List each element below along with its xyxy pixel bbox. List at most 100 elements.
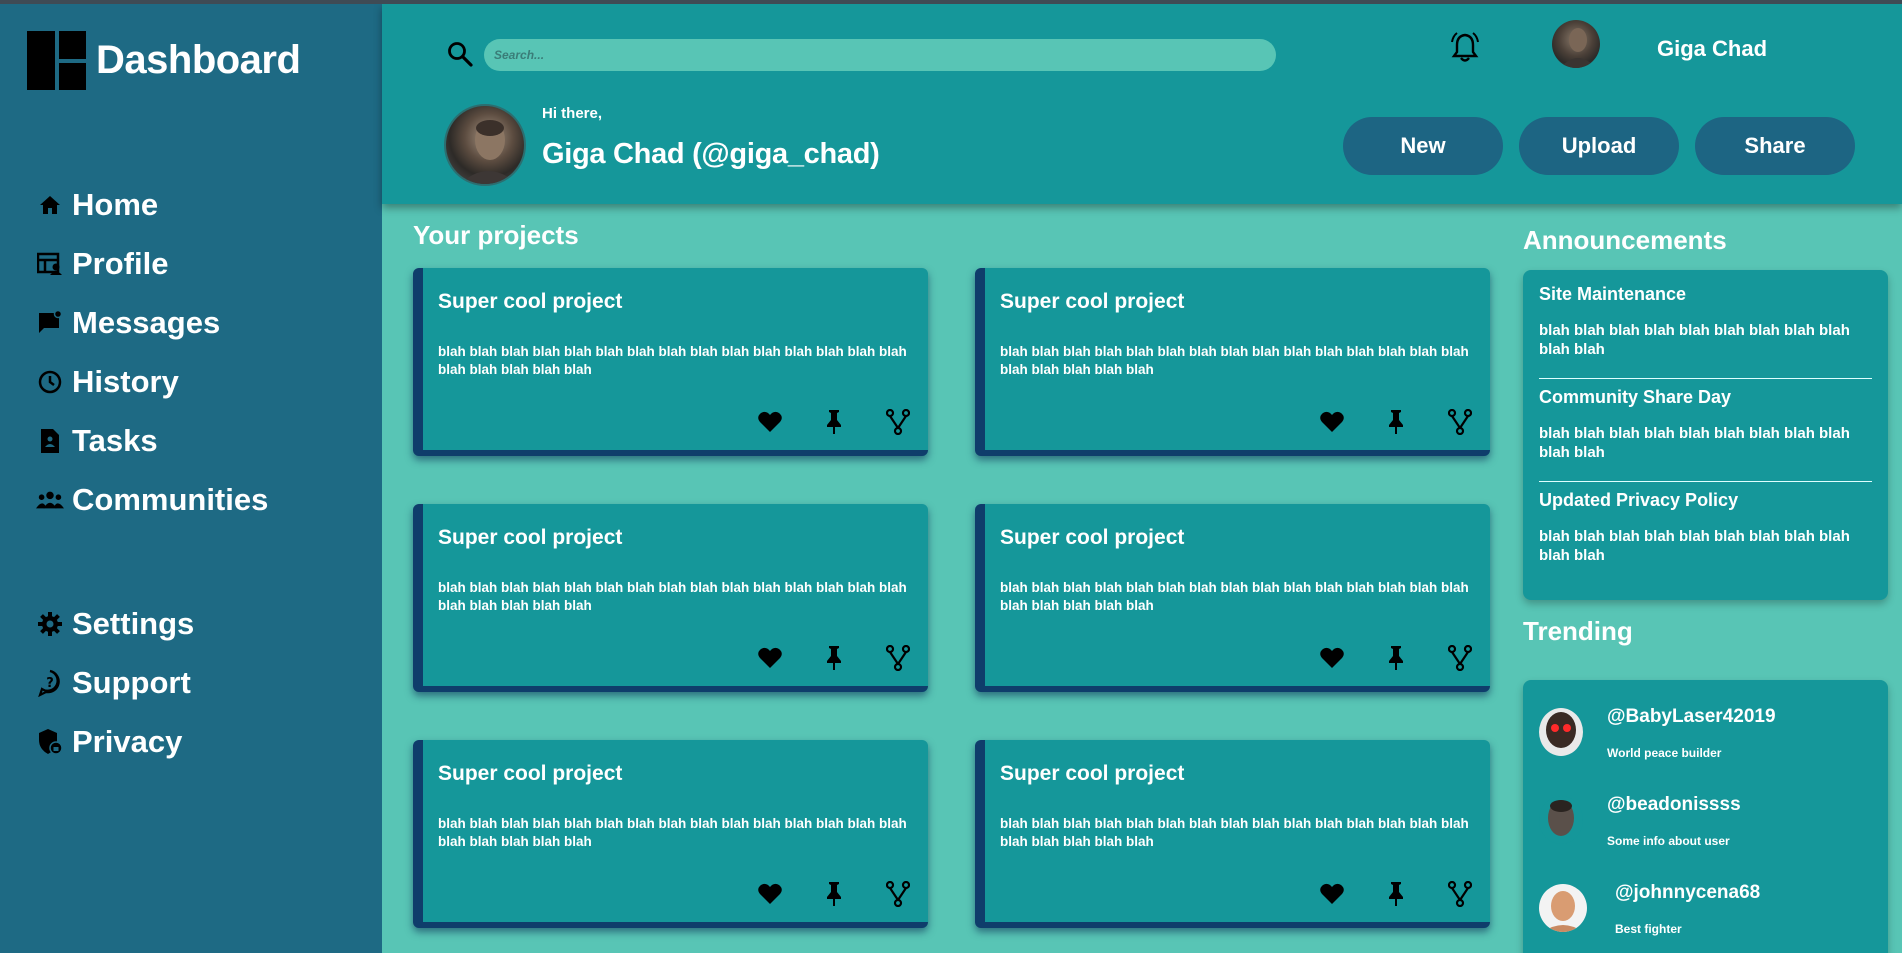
- project-title: Super cool project: [438, 526, 623, 549]
- trending-panel: @BabyLaser42019 World peace builder @bea…: [1523, 680, 1888, 953]
- share-button[interactable]: Share: [1695, 117, 1855, 175]
- user-avatar[interactable]: [1552, 20, 1600, 68]
- sidebar-item-settings[interactable]: Settings: [36, 594, 194, 653]
- fork-icon[interactable]: [1446, 408, 1474, 436]
- pin-icon[interactable]: [820, 644, 848, 672]
- top-header: Giga Chad Hi there, Giga Chad (@giga_cha…: [382, 4, 1902, 204]
- sidebar-item-profile[interactable]: Profile: [36, 234, 268, 293]
- announcement-item[interactable]: Updated Privacy Policy blah blah blah bl…: [1539, 490, 1872, 565]
- announcement-title: Site Maintenance: [1539, 284, 1687, 304]
- project-card[interactable]: Super cool project blah blah blah blah bl…: [975, 740, 1490, 928]
- sidebar-item-label: Profile: [72, 245, 169, 281]
- sidebar-item-label: History: [72, 363, 179, 399]
- announcement-text: blah blah blah blah blah blah blah blah …: [1539, 528, 1850, 564]
- fork-icon[interactable]: [884, 408, 912, 436]
- heart-icon[interactable]: [756, 408, 784, 436]
- brand[interactable]: Dashboard: [27, 31, 301, 90]
- divider: [1539, 378, 1872, 379]
- announcements-heading: Announcements: [1523, 225, 1727, 255]
- brand-title: Dashboard: [96, 38, 301, 82]
- sidebar-item-label: Home: [72, 186, 159, 222]
- sidebar-item-history[interactable]: History: [36, 352, 268, 411]
- sidebar-item-label: Settings: [72, 605, 195, 641]
- history-icon: [36, 368, 64, 396]
- announcements-panel: Site Maintenance blah blah blah blah bla…: [1523, 270, 1888, 600]
- trending-info: Best fighter: [1615, 922, 1682, 936]
- fork-icon[interactable]: [1446, 644, 1474, 672]
- privacy-icon: [36, 728, 64, 756]
- pin-icon[interactable]: [1382, 880, 1410, 908]
- profile-icon: [36, 250, 64, 278]
- trending-avatar: [1539, 796, 1583, 844]
- gear-icon: [36, 610, 64, 638]
- trending-info: Some info about user: [1607, 834, 1730, 848]
- pin-icon[interactable]: [820, 880, 848, 908]
- project-title: Super cool project: [438, 290, 623, 313]
- announcement-item[interactable]: Site Maintenance blah blah blah blah bla…: [1539, 284, 1872, 359]
- upload-button[interactable]: Upload: [1519, 117, 1679, 175]
- trending-user-item[interactable]: @beadonissss Some info about user: [1539, 790, 1879, 865]
- profile-full-name: Giga Chad (@giga_chad): [542, 138, 880, 170]
- home-icon: [36, 191, 64, 219]
- window-top-border: [0, 0, 1902, 4]
- sidebar-item-messages[interactable]: Messages: [36, 293, 268, 352]
- sidebar-item-label: Support: [72, 664, 191, 700]
- trending-heading: Trending: [1523, 616, 1633, 646]
- sidebar: Dashboard Home Profile Messages History: [0, 4, 382, 953]
- heart-icon[interactable]: [1318, 880, 1346, 908]
- project-description: blah blah blah blah blah blah blah blah …: [1000, 816, 1469, 849]
- sidebar-item-label: Communities: [72, 481, 269, 517]
- announcement-text: blah blah blah blah blah blah blah blah …: [1539, 425, 1850, 461]
- main-nav: Home Profile Messages History Tasks Comm…: [36, 175, 268, 529]
- heart-icon[interactable]: [756, 644, 784, 672]
- project-description: blah blah blah blah blah blah blah blah …: [438, 816, 907, 849]
- announcement-title: Community Share Day: [1539, 387, 1732, 407]
- heart-icon[interactable]: [756, 880, 784, 908]
- trending-avatar: [1539, 708, 1583, 756]
- sidebar-item-label: Tasks: [72, 422, 158, 458]
- user-name[interactable]: Giga Chad: [1657, 36, 1767, 62]
- fork-icon[interactable]: [1446, 880, 1474, 908]
- project-card[interactable]: Super cool project blah blah blah blah bl…: [413, 268, 928, 456]
- sidebar-item-tasks[interactable]: Tasks: [36, 411, 268, 470]
- heart-icon[interactable]: [1318, 644, 1346, 672]
- project-card[interactable]: Super cool project blah blah blah blah bl…: [975, 268, 1490, 456]
- sidebar-item-privacy[interactable]: Privacy: [36, 712, 194, 771]
- support-icon: ?: [36, 669, 64, 697]
- sidebar-item-communities[interactable]: Communities: [36, 470, 268, 529]
- announcement-title: Updated Privacy Policy: [1539, 490, 1739, 510]
- pin-icon[interactable]: [820, 408, 848, 436]
- messages-icon: [36, 309, 64, 337]
- new-button[interactable]: New: [1343, 117, 1503, 175]
- project-card[interactable]: Super cool project blah blah blah blah bl…: [413, 504, 928, 692]
- search-icon[interactable]: [446, 40, 474, 68]
- divider: [1539, 481, 1872, 482]
- fork-icon[interactable]: [884, 880, 912, 908]
- sidebar-item-label: Privacy: [72, 723, 183, 759]
- trending-user-item[interactable]: @BabyLaser42019 World peace builder: [1539, 702, 1879, 777]
- project-description: blah blah blah blah blah blah blah blah …: [1000, 344, 1469, 377]
- dashboard-logo-icon: [27, 31, 86, 90]
- greeting: Hi there,: [542, 105, 603, 122]
- project-card[interactable]: Super cool project blah blah blah blah bl…: [975, 504, 1490, 692]
- sidebar-item-home[interactable]: Home: [36, 175, 268, 234]
- project-title: Super cool project: [1000, 762, 1185, 785]
- project-description: blah blah blah blah blah blah blah blah …: [1000, 580, 1469, 613]
- trending-handle: @BabyLaser42019: [1607, 706, 1776, 727]
- notification-bell-icon[interactable]: [1448, 30, 1482, 64]
- project-card[interactable]: Super cool project blah blah blah blah bl…: [413, 740, 928, 928]
- search-input[interactable]: [484, 39, 1276, 71]
- heart-icon[interactable]: [1318, 408, 1346, 436]
- project-title: Super cool project: [438, 762, 623, 785]
- trending-info: World peace builder: [1607, 746, 1722, 760]
- trending-user-item[interactable]: @johnnycena68 Best fighter: [1539, 878, 1879, 953]
- sidebar-item-support[interactable]: ? Support: [36, 653, 194, 712]
- project-title: Super cool project: [1000, 290, 1185, 313]
- fork-icon[interactable]: [884, 644, 912, 672]
- pin-icon[interactable]: [1382, 408, 1410, 436]
- trending-handle: @beadonissss: [1607, 794, 1741, 815]
- sidebar-item-label: Messages: [72, 304, 221, 340]
- announcement-item[interactable]: Community Share Day blah blah blah blah …: [1539, 387, 1872, 462]
- profile-avatar[interactable]: [444, 104, 526, 186]
- pin-icon[interactable]: [1382, 644, 1410, 672]
